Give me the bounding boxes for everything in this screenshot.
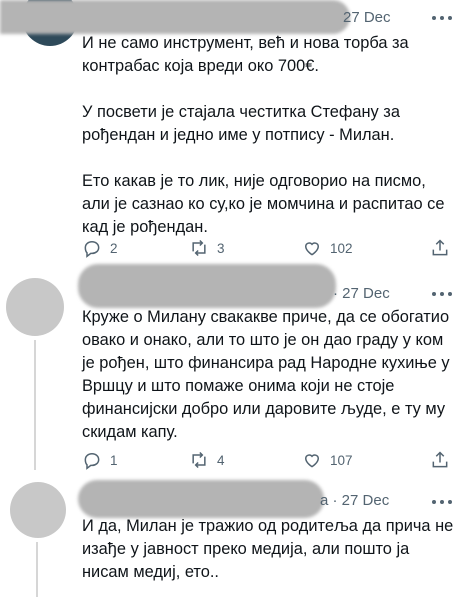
like-button[interactable]: 102: [302, 237, 353, 259]
tweet-2[interactable]: · 27 Dec Круже о Милану свакакве приче, …: [0, 264, 468, 480]
tweet-actions: 2 3 102: [82, 237, 452, 259]
tweet-3[interactable]: a · 27 Dec И да, Милан је тражио од роди…: [0, 478, 468, 597]
tweet-text: Круже о Милану свакакве приче, да се обо…: [82, 308, 450, 441]
like-icon: [304, 454, 320, 468]
share-icon: [432, 239, 448, 256]
tweet-actions: 1 4 107: [82, 449, 452, 471]
retweet-icon: [192, 239, 206, 257]
retweet-count: 4: [217, 452, 225, 468]
avatar-redacted[interactable]: [10, 482, 66, 538]
thread-line: [36, 542, 38, 597]
reply-icon: [84, 452, 100, 470]
retweet-count: 3: [217, 240, 225, 256]
more-icon[interactable]: [432, 291, 452, 297]
tweet-text: И не само инструмент, већ и нова торба з…: [82, 34, 445, 236]
reply-button[interactable]: 1: [82, 449, 118, 471]
avatar-redacted[interactable]: [6, 278, 64, 336]
author-name-redacted[interactable]: [78, 480, 324, 518]
tweet-date[interactable]: a · 27 Dec: [320, 492, 389, 509]
like-button[interactable]: 107: [302, 449, 353, 471]
retweet-button[interactable]: 4: [189, 449, 225, 471]
reply-count: 1: [110, 452, 118, 468]
like-icon: [304, 242, 320, 256]
reply-button[interactable]: 2: [82, 237, 118, 259]
tweet-text: И да, Милан је тражио од родитеља да при…: [82, 517, 454, 581]
like-count: 107: [330, 452, 353, 468]
share-icon: [432, 451, 448, 468]
like-count: 102: [330, 240, 353, 256]
tweet-date[interactable]: · 27 Dec: [333, 285, 390, 302]
share-button[interactable]: [430, 449, 450, 471]
retweet-button[interactable]: 3: [189, 237, 225, 259]
reply-count: 2: [110, 240, 118, 256]
retweet-icon: [192, 451, 206, 469]
thread-line: [34, 340, 36, 470]
share-button[interactable]: [430, 237, 450, 259]
author-name-redacted[interactable]: [78, 264, 336, 308]
more-icon[interactable]: [432, 15, 452, 21]
more-icon[interactable]: [432, 499, 452, 505]
reply-icon: [84, 240, 100, 258]
author-name-redacted[interactable]: [0, 0, 350, 34]
tweet-1[interactable]: 27 Dec И не само инструмент, већ и нова …: [0, 0, 468, 270]
tweet-date[interactable]: 27 Dec: [343, 9, 391, 26]
